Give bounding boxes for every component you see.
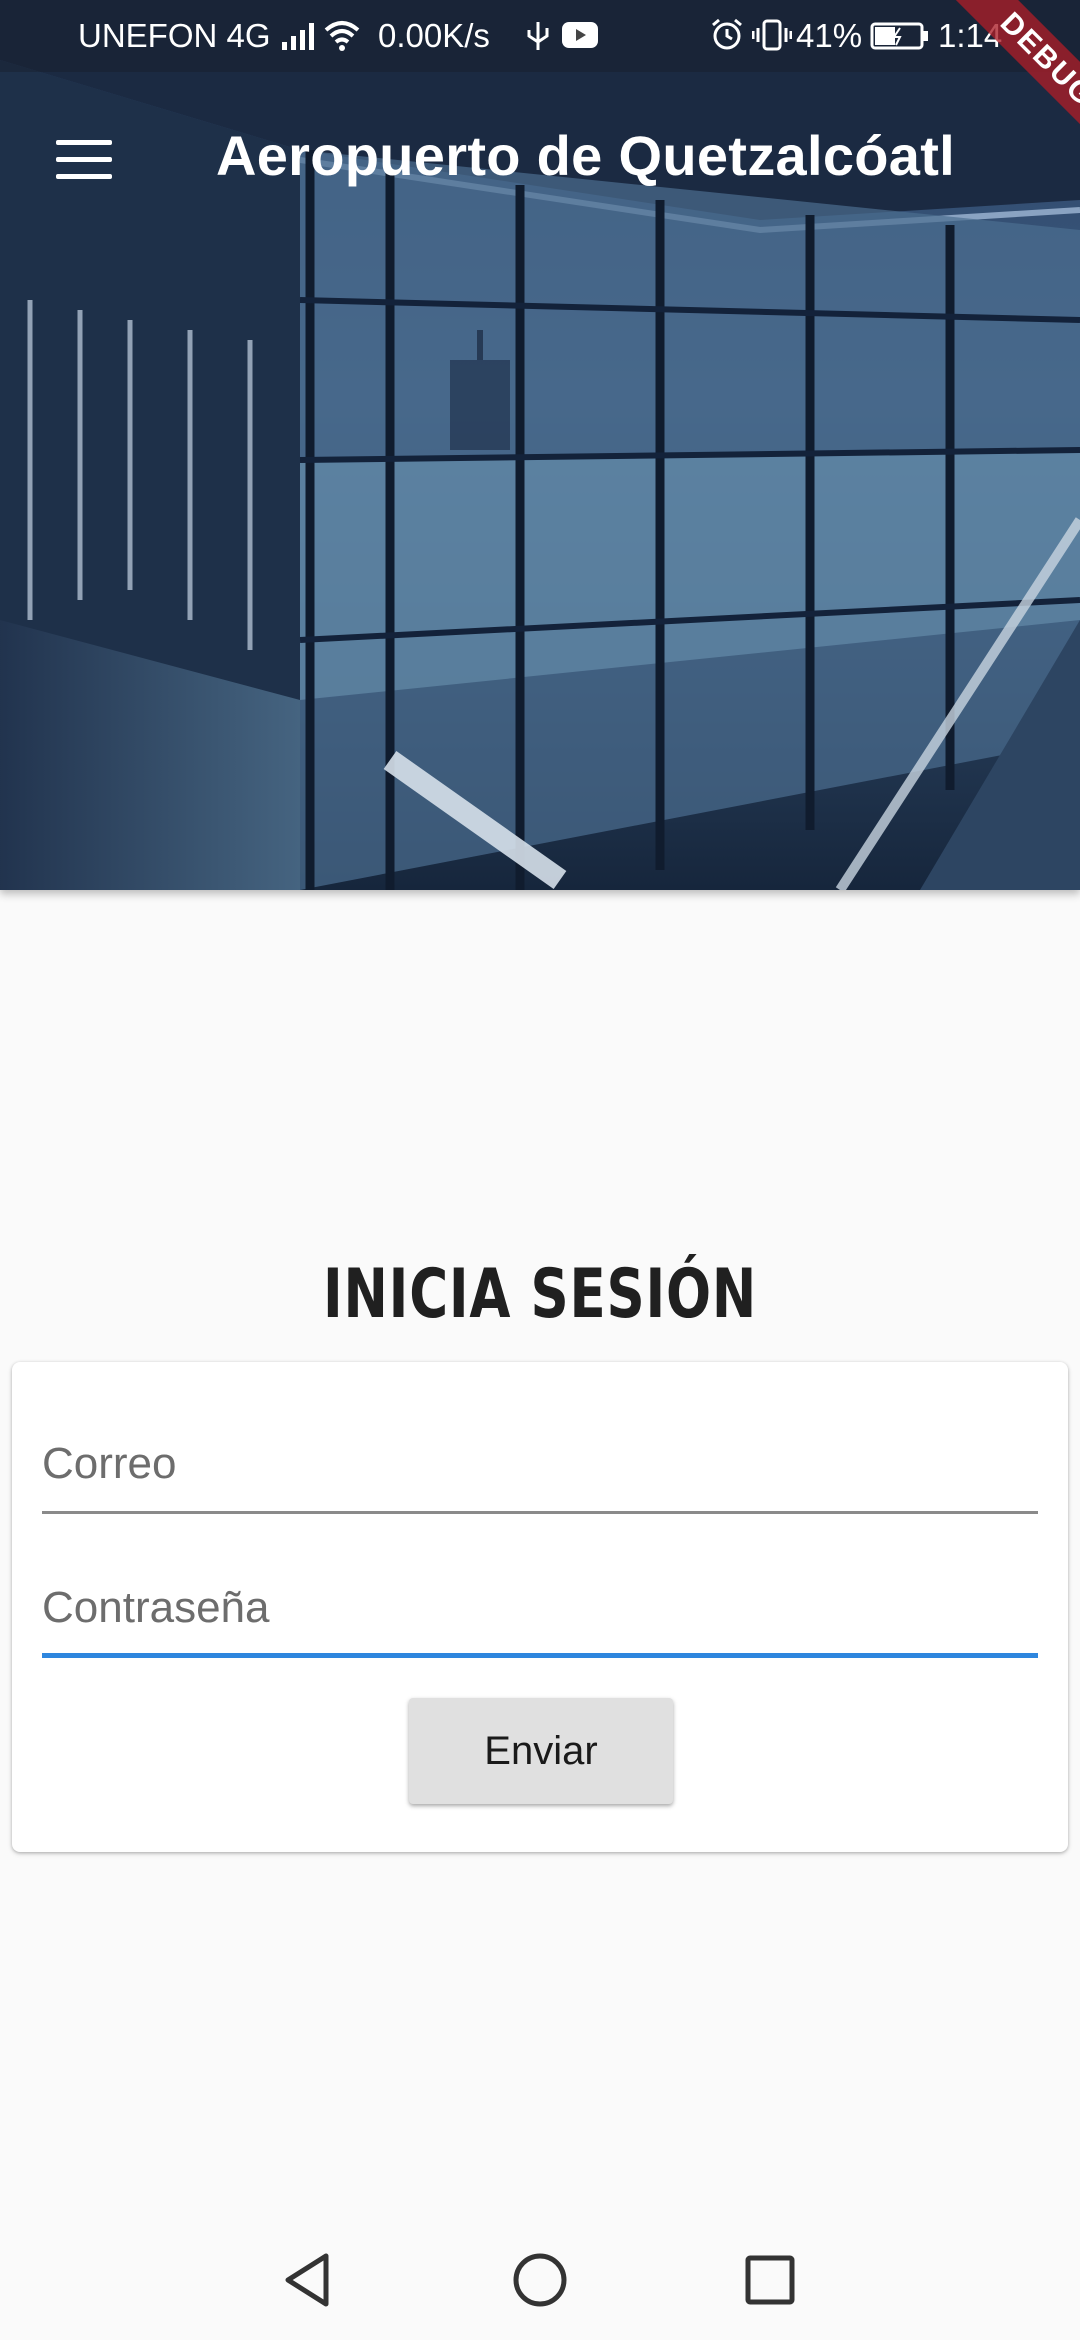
carrier-label: UNEFON 4G: [78, 17, 271, 54]
app-bar: Aeropuerto de Quetzalcóatl: [0, 72, 1080, 240]
battery-percent: 41%: [796, 17, 863, 54]
password-underline: [42, 1653, 1038, 1658]
network-speed: 0.00K/s: [378, 17, 490, 54]
login-heading: INICIA SESIÓN: [322, 1255, 758, 1334]
email-underline: [42, 1511, 1038, 1514]
back-icon[interactable]: [278, 2248, 342, 2312]
menu-icon[interactable]: [56, 140, 112, 180]
signal-icon: [282, 23, 314, 50]
usb-icon: [527, 22, 549, 50]
wifi-icon: [324, 21, 360, 51]
navigation-bar: [0, 2220, 1080, 2340]
password-hint: Contraseña: [42, 1583, 270, 1632]
app-title: Aeropuerto de Quetzalcóatl: [216, 124, 956, 187]
login-card: Correo Contraseña Enviar: [12, 1362, 1068, 1852]
email-field[interactable]: Correo: [42, 1404, 1038, 1514]
home-icon[interactable]: [508, 2248, 572, 2312]
alarm-icon: [712, 18, 742, 50]
submit-button[interactable]: Enviar: [409, 1698, 673, 1804]
recents-icon[interactable]: [738, 2248, 802, 2312]
vibrate-icon: [752, 19, 792, 51]
password-field[interactable]: Contraseña: [42, 1548, 1038, 1658]
youtube-icon: [562, 22, 598, 48]
email-hint: Correo: [42, 1439, 177, 1488]
